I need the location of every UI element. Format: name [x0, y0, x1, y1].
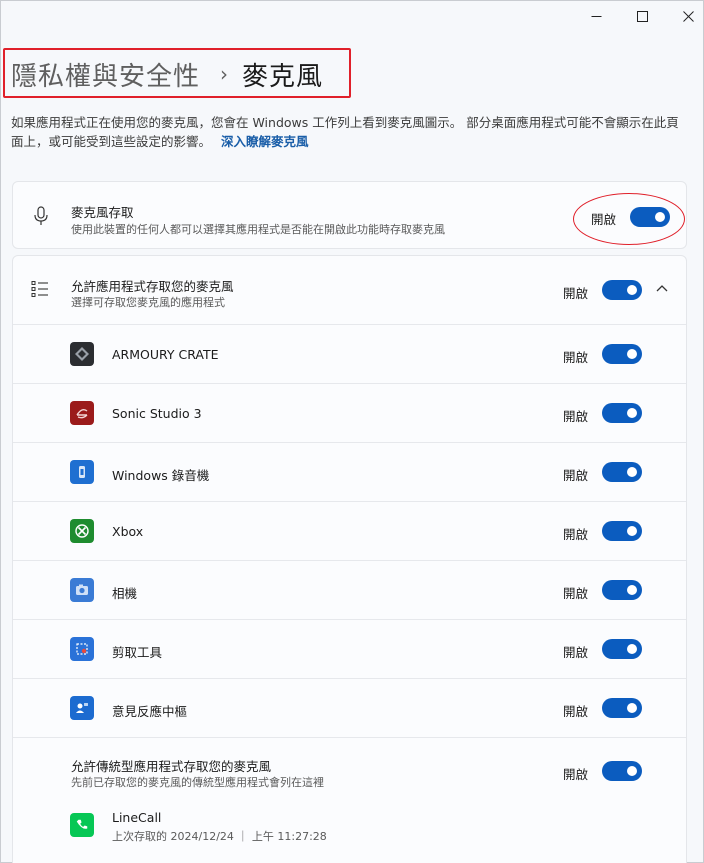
app-row: 意見反應中樞 開啟	[13, 679, 686, 738]
desktop-apps-state: 開啟	[563, 767, 589, 782]
app-state: 開啟	[563, 704, 589, 719]
app-row: 相機 開啟	[13, 561, 686, 620]
app-state: 開啟	[563, 527, 589, 542]
app-access-title: 允許應用程式存取您的麥克風	[71, 279, 234, 294]
learn-more-link[interactable]: 深入瞭解麥克風	[221, 134, 309, 149]
app-toggle[interactable]	[602, 639, 642, 659]
page-description: 如果應用程式正在使用您的麥克風，您會在 Windows 工作列上看到麥克風圖示。…	[11, 113, 687, 151]
app-toggle[interactable]	[602, 344, 642, 364]
desktop-apps-title: 允許傳統型應用程式存取您的麥克風	[71, 759, 272, 774]
xbox-icon	[70, 519, 94, 543]
list-icon	[31, 281, 48, 297]
app-row: Xbox 開啟	[13, 502, 686, 561]
description-text: 如果應用程式正在使用您的麥克風，您會在 Windows 工作列上看到麥克風圖示。…	[11, 115, 679, 149]
settings-window: 隱私權與安全性 › 麥克風 如果應用程式正在使用您的麥克風，您會在 Window…	[0, 0, 704, 863]
maximize-button[interactable]	[619, 1, 665, 31]
breadcrumb-separator: ›	[220, 62, 229, 86]
chevron-up-icon[interactable]	[656, 284, 668, 292]
app-name: 剪取工具	[112, 645, 163, 660]
minimize-icon	[591, 15, 601, 17]
app-toggle[interactable]	[602, 521, 642, 541]
armoury-crate-icon	[70, 342, 94, 366]
linecall-name: LineCall	[112, 810, 162, 825]
app-state: 開啟	[563, 586, 589, 601]
close-button[interactable]	[665, 1, 704, 31]
app-name: 意見反應中樞	[112, 704, 188, 719]
app-toggle[interactable]	[602, 462, 642, 482]
app-name: ARMOURY CRATE	[112, 347, 219, 362]
app-name: 相機	[112, 586, 138, 601]
app-toggle[interactable]	[602, 403, 642, 423]
app-row: ARMOURY CRATE 開啟	[13, 325, 686, 384]
app-toggle[interactable]	[602, 580, 642, 600]
app-row: Windows 錄音機 開啟	[13, 443, 686, 502]
app-name: Xbox	[112, 524, 144, 539]
app-row: 剪取工具 開啟	[13, 620, 686, 679]
maximize-icon	[636, 10, 648, 22]
breadcrumb-parent-link[interactable]: 隱私權與安全性	[11, 56, 200, 93]
app-state: 開啟	[563, 645, 589, 660]
page-title: 麥克風	[242, 61, 324, 92]
app-access-state: 開啟	[563, 286, 589, 301]
toggle-highlight-circle	[573, 193, 685, 245]
app-access-toggle[interactable]	[602, 280, 642, 300]
app-access-card: 允許應用程式存取您的麥克風 選擇可存取您麥克風的應用程式 開啟 ARMOURY …	[12, 255, 687, 863]
app-state: 開啟	[563, 350, 589, 365]
divider	[13, 737, 686, 738]
close-icon	[682, 10, 694, 22]
sonic-studio-icon	[70, 401, 94, 425]
linecall-last-access: 上次存取的 2024/12/24 ｜ 上午 11:27:28	[112, 830, 327, 843]
microphone-access-title: 麥克風存取	[71, 205, 134, 220]
voice-recorder-icon	[70, 460, 94, 484]
minimize-button[interactable]	[573, 1, 619, 31]
app-state: 開啟	[563, 409, 589, 424]
desktop-apps-subtitle: 先前已存取您的麥克風的傳統型應用程式會列在這裡	[71, 776, 324, 789]
camera-icon	[70, 578, 94, 602]
app-name: Windows 錄音機	[112, 468, 210, 483]
microphone-access-subtitle: 使用此裝置的任何人都可以選擇其應用程式是否能在開啟此功能時存取麥克風	[71, 223, 445, 236]
desktop-apps-toggle[interactable]	[602, 761, 642, 781]
microphone-icon	[34, 206, 48, 225]
line-call-icon	[70, 813, 94, 837]
app-toggle[interactable]	[602, 698, 642, 718]
app-state: 開啟	[563, 468, 589, 483]
title-bar	[1, 1, 703, 33]
app-row: Sonic Studio 3 開啟	[13, 384, 686, 443]
app-access-subtitle: 選擇可存取您麥克風的應用程式	[71, 296, 225, 309]
breadcrumb: 隱私權與安全性 › 麥克風	[11, 55, 323, 93]
app-name: Sonic Studio 3	[112, 406, 202, 421]
feedback-hub-icon	[70, 696, 94, 720]
snipping-tool-icon	[70, 637, 94, 661]
